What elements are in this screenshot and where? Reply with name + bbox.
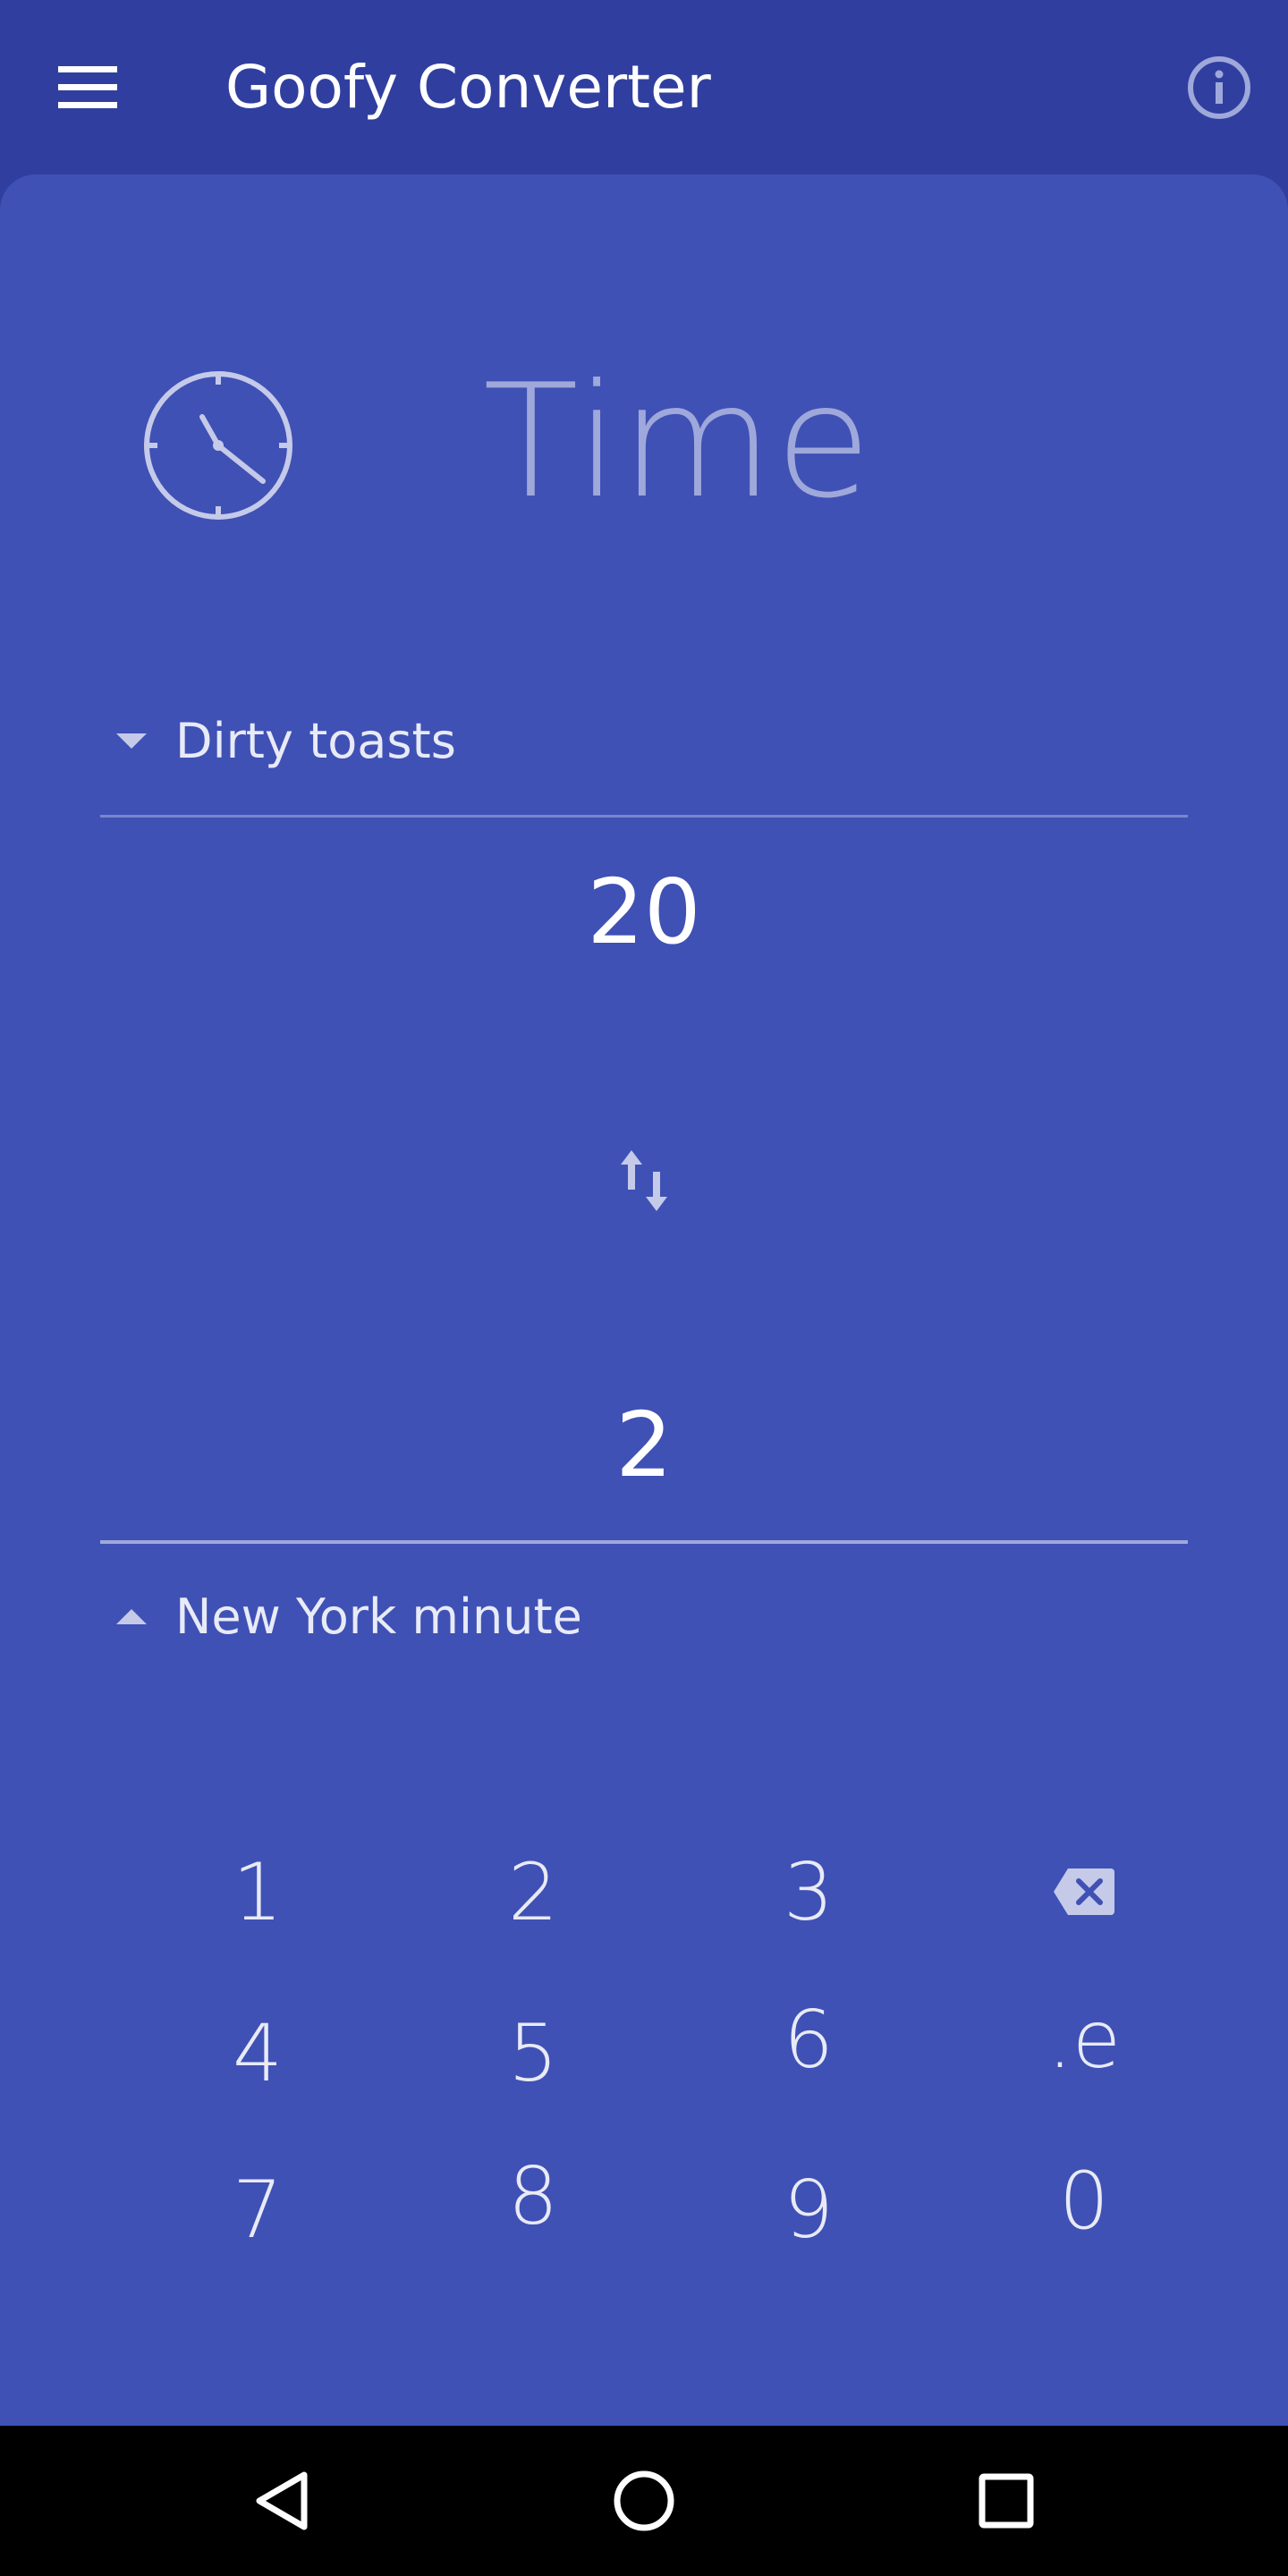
nav-home-button[interactable] <box>590 2447 698 2555</box>
recents-square-icon <box>979 2473 1034 2529</box>
dropdown-arrow-up-icon <box>116 1608 147 1624</box>
menu-icon <box>57 66 117 108</box>
category-title: Time <box>483 352 874 533</box>
app-title: Goofy Converter <box>225 53 711 122</box>
key-5[interactable]: 5 <box>444 1986 623 2120</box>
home-circle-icon <box>614 2470 674 2531</box>
from-divider <box>100 815 1188 818</box>
from-unit-label: Dirty toasts <box>175 712 456 769</box>
sheet-top-edge <box>0 174 1288 210</box>
key-9[interactable]: 9 <box>719 2142 898 2276</box>
key-6[interactable]: 6 <box>719 1972 898 2106</box>
backspace-icon <box>1054 1868 1114 1915</box>
app-bar: Goofy Converter <box>0 0 1288 174</box>
info-icon <box>1187 56 1250 119</box>
to-value-output[interactable]: 2 <box>100 1392 1188 1499</box>
key-7[interactable]: 7 <box>168 2142 347 2276</box>
system-nav-bar <box>0 2426 1288 2576</box>
key-2[interactable]: 2 <box>444 1825 623 1959</box>
from-unit-dropdown[interactable]: Dirty toasts <box>116 700 456 781</box>
from-value-input[interactable]: 20 <box>100 859 1188 966</box>
app-root: Goofy Converter Time Dirty toasts 20 2 N… <box>0 0 1288 2576</box>
key-3[interactable]: 3 <box>719 1825 898 1959</box>
swap-units-button[interactable] <box>599 1136 689 1225</box>
to-unit-dropdown[interactable]: New York minute <box>116 1576 582 1657</box>
key-1[interactable]: 1 <box>168 1825 347 1959</box>
key-decimal-exponent[interactable]: .e <box>995 1972 1174 2106</box>
keypad: 1 2 3 4 5 6 .e 7 8 9 0 <box>0 1825 1288 2361</box>
back-triangle-icon <box>256 2471 308 2530</box>
key-backspace[interactable] <box>995 1825 1174 1959</box>
clock-icon <box>144 371 292 520</box>
key-4[interactable]: 4 <box>168 1986 347 2120</box>
to-unit-label: New York minute <box>175 1588 582 1645</box>
info-button[interactable] <box>1167 43 1270 132</box>
nav-back-button[interactable] <box>228 2447 335 2555</box>
key-8[interactable]: 8 <box>444 2129 623 2263</box>
dropdown-arrow-down-icon <box>116 733 147 749</box>
nav-recents-button[interactable] <box>953 2447 1060 2555</box>
swap-vertical-icon <box>621 1150 667 1211</box>
menu-button[interactable] <box>36 43 139 132</box>
key-0[interactable]: 0 <box>995 2133 1174 2267</box>
to-divider <box>100 1540 1188 1544</box>
